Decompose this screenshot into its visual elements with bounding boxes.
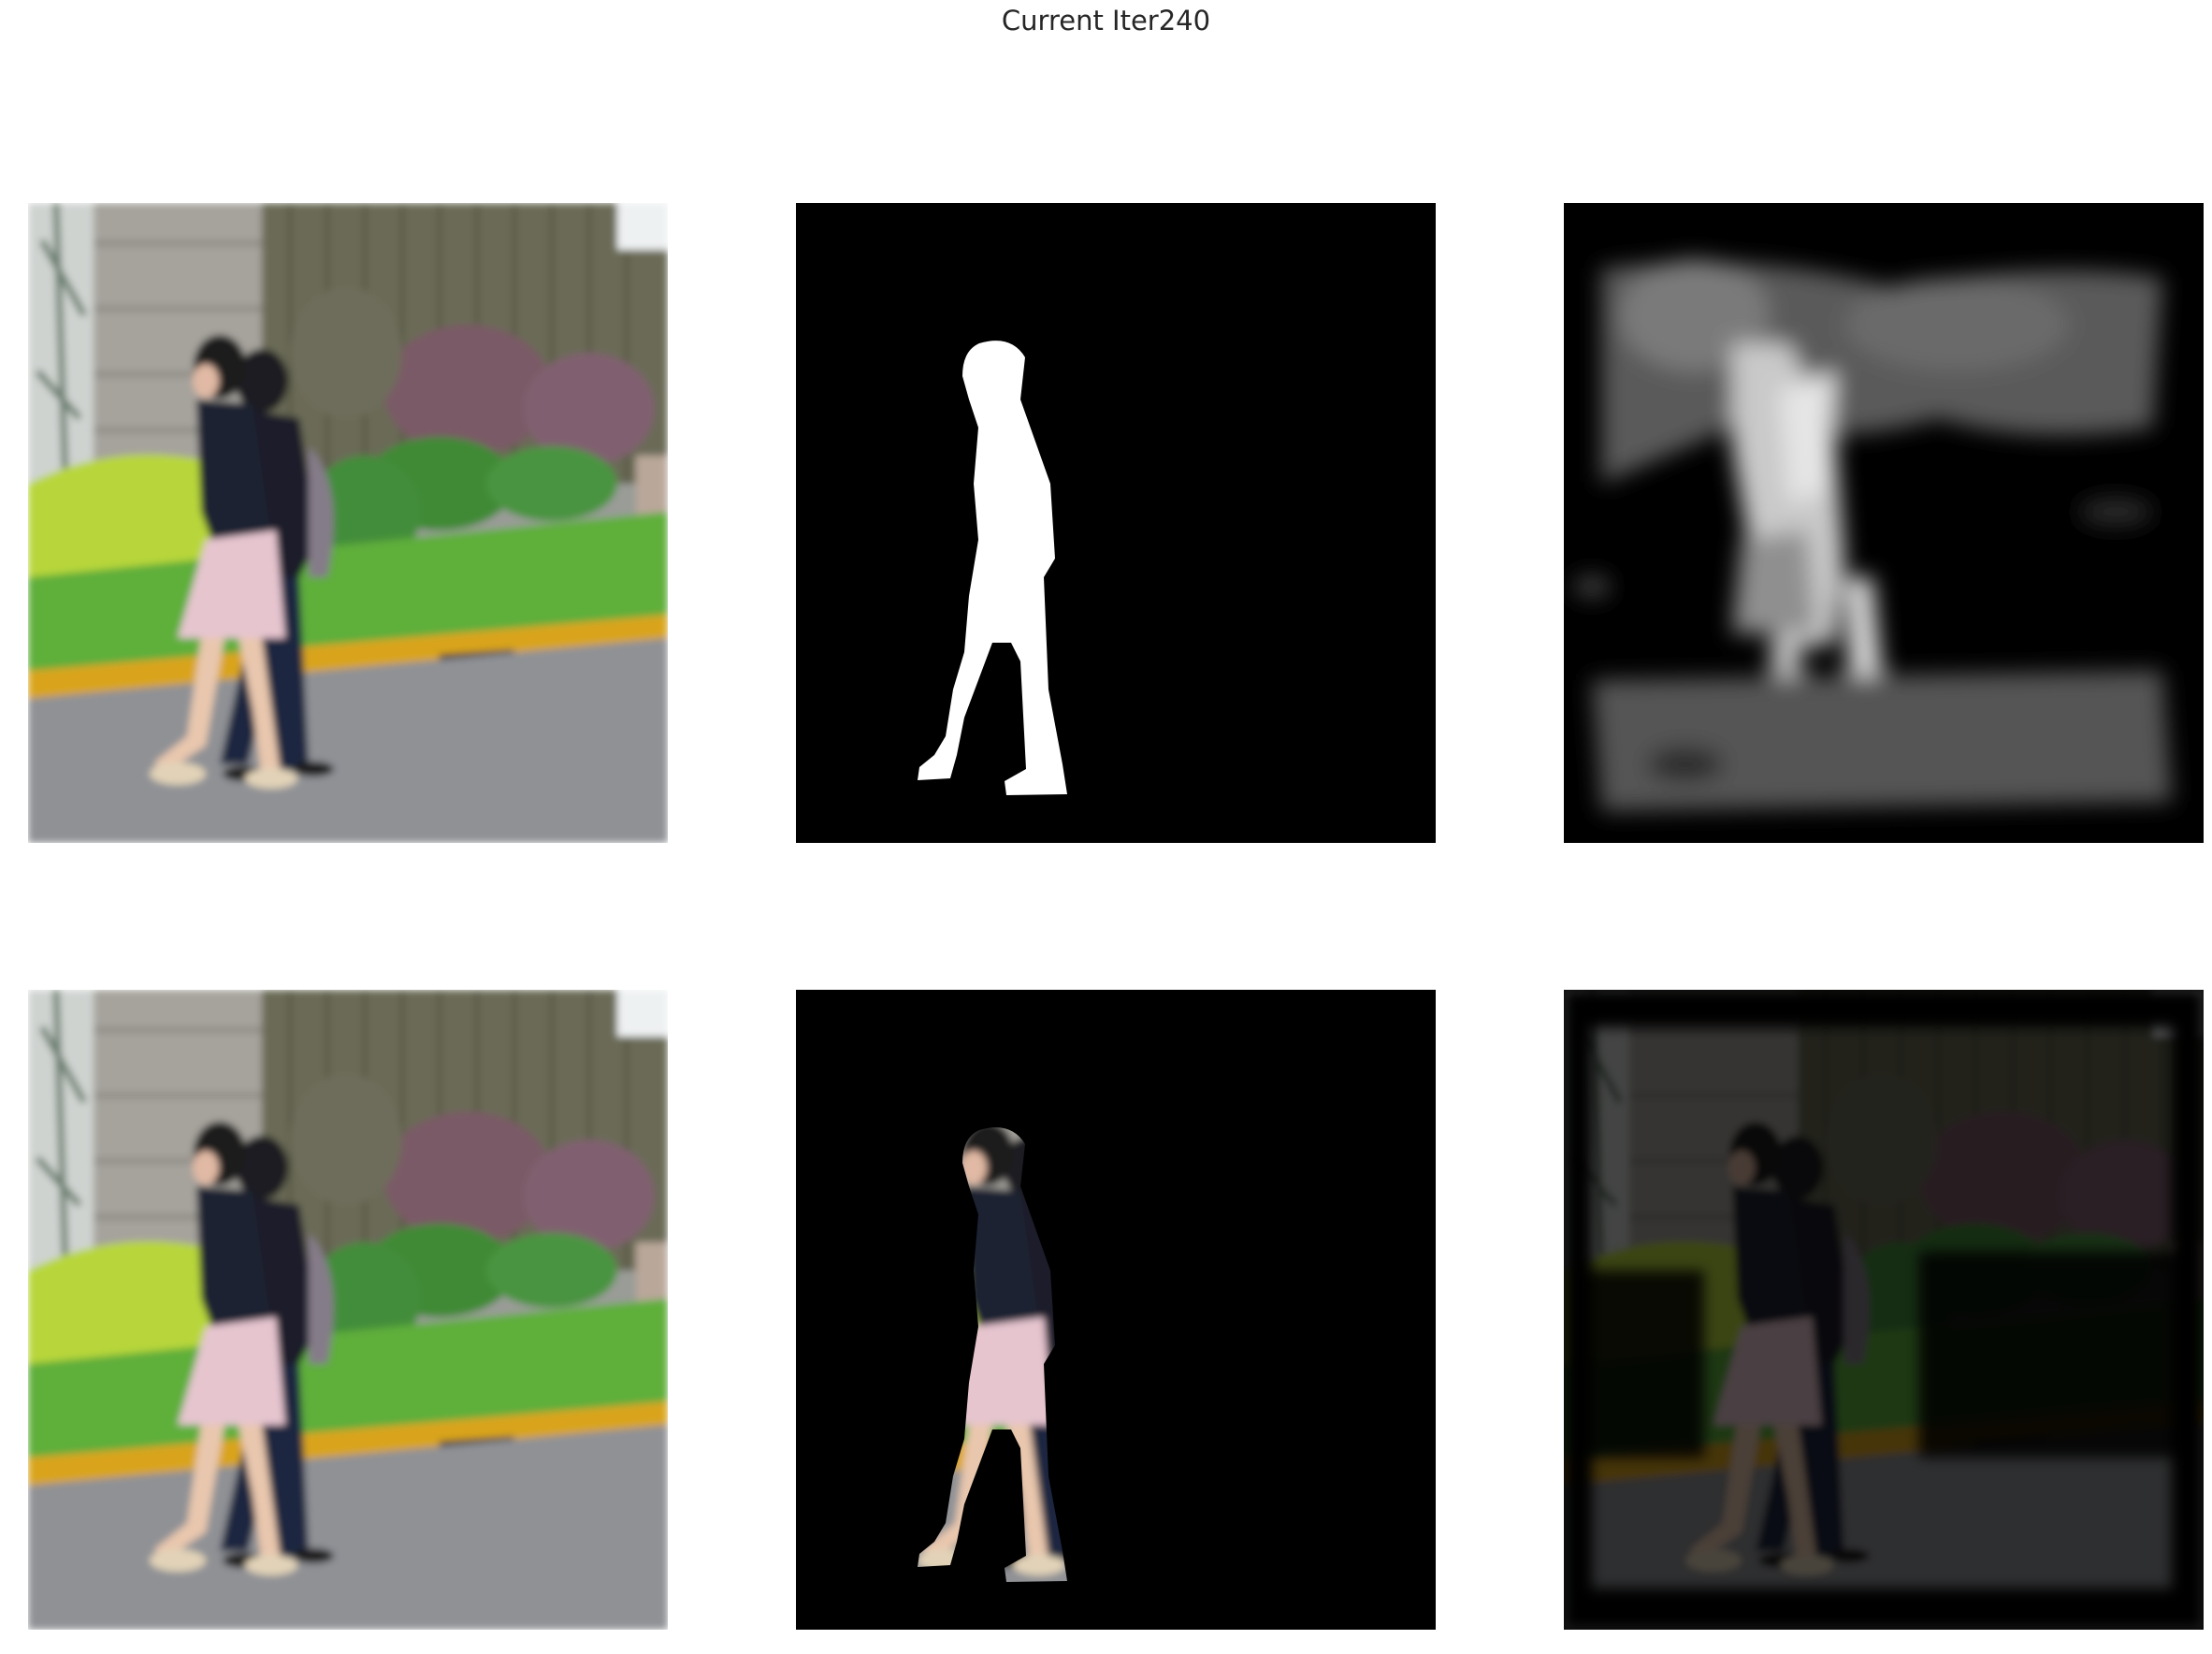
masked-ground-truth-panel (796, 990, 1436, 1630)
ground-truth-mask-panel (796, 203, 1436, 843)
masked-prediction (1564, 990, 2204, 1630)
figure-title: Current Iter240 (1001, 5, 1211, 36)
input-image-panel (28, 203, 668, 843)
input-image-copy (28, 990, 668, 1630)
masked-prediction-panel (1564, 990, 2204, 1630)
ground-truth-mask (796, 203, 1436, 843)
input-image-copy-panel (28, 990, 668, 1630)
predicted-saliency-map-panel (1564, 203, 2204, 843)
predicted-saliency-map (1564, 203, 2204, 843)
masked-ground-truth (796, 990, 1436, 1630)
input-image (28, 203, 668, 843)
